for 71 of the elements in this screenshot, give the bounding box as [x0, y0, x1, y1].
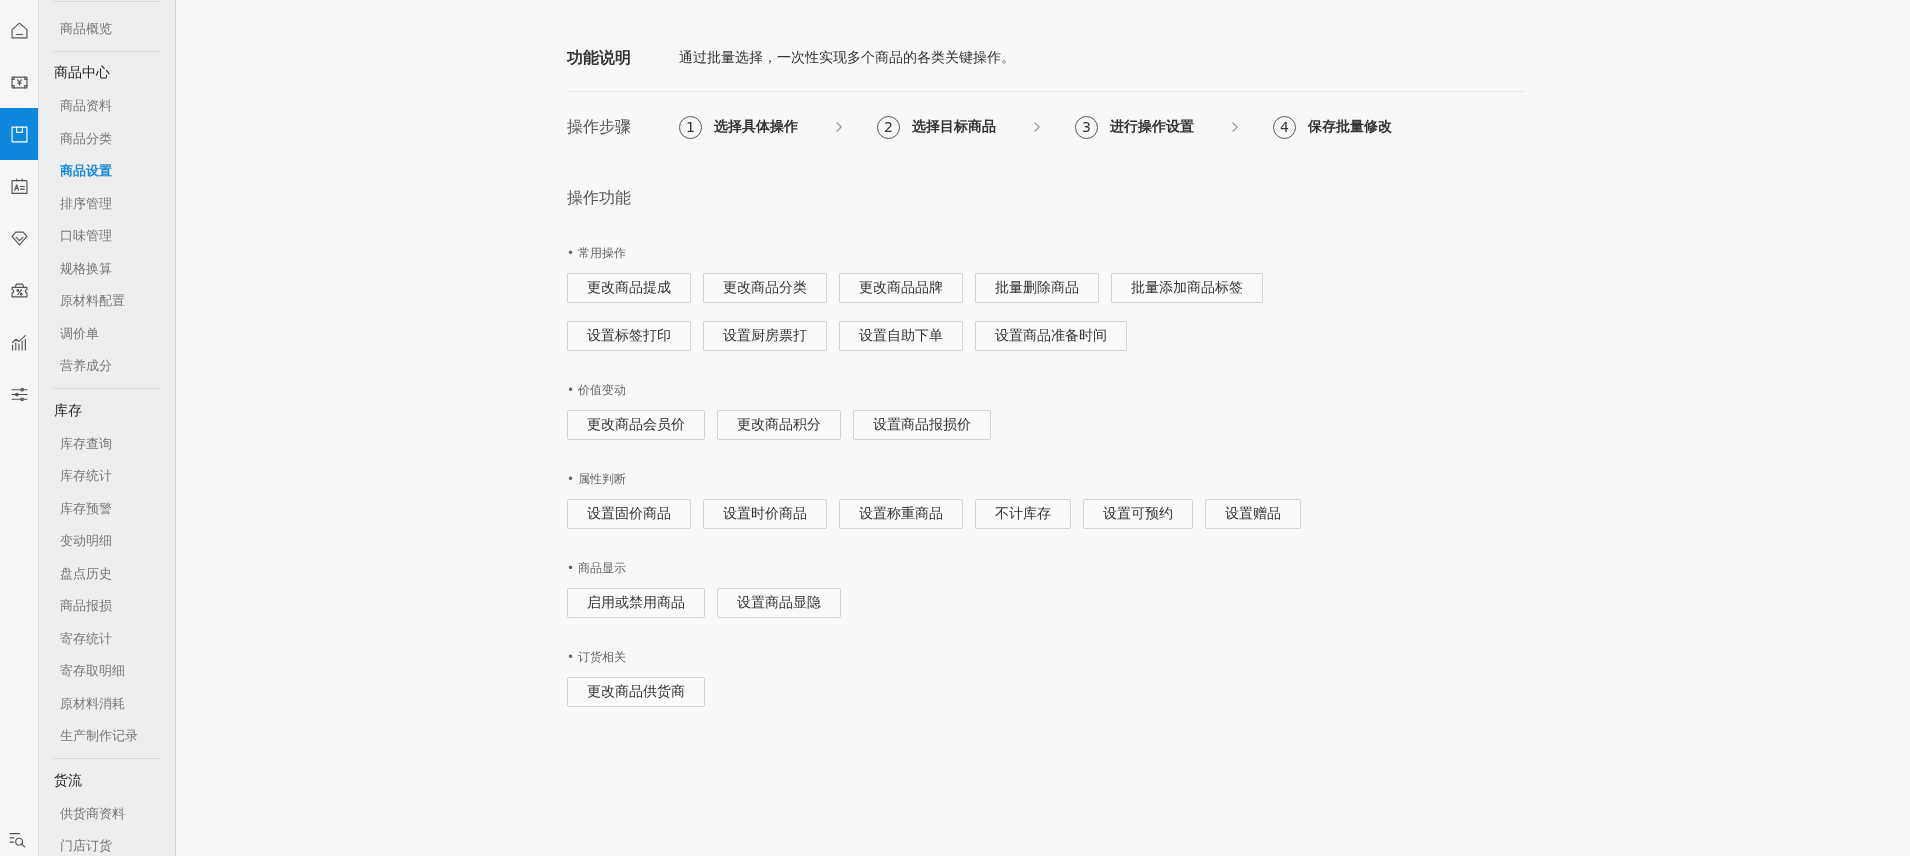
section-label: • 价值变动: [567, 382, 626, 399]
sidebar-item[interactable]: 规格换算: [60, 261, 112, 275]
steps-title: 操作步骤: [567, 116, 631, 138]
home-icon: [10, 21, 28, 39]
section-label: • 订货相关: [567, 649, 626, 666]
sidebar-item[interactable]: 商品概览: [60, 21, 112, 35]
sidebar-item[interactable]: 库存查询: [60, 436, 112, 450]
sidebar-heading: 货流: [54, 771, 82, 789]
operation-button[interactable]: 设置商品报损价: [853, 410, 991, 440]
operation-button[interactable]: 批量添加商品标签: [1111, 273, 1263, 303]
operation-button[interactable]: 设置厨房票打: [703, 321, 827, 351]
chevron-right-icon: [836, 122, 842, 132]
step-label: 选择目标商品: [912, 118, 996, 136]
nav-item[interactable]: [0, 108, 38, 160]
operation-button[interactable]: 设置称重商品: [839, 499, 963, 529]
operation-button[interactable]: 启用或禁用商品: [567, 588, 705, 618]
operation-button[interactable]: 批量删除商品: [975, 273, 1099, 303]
sidebar-item[interactable]: 原材料配置: [60, 294, 125, 308]
operation-button[interactable]: 设置可预约: [1083, 499, 1193, 529]
sidebar-item[interactable]: 寄存取明细: [60, 664, 125, 678]
sidebar-item[interactable]: 调价单: [60, 326, 99, 340]
id-card-icon: [10, 177, 28, 195]
operation-button[interactable]: 设置标签打印: [567, 321, 691, 351]
sidebar-heading: 库存: [54, 401, 82, 419]
operation-button[interactable]: 更改商品提成: [567, 273, 691, 303]
section-label: • 商品显示: [567, 560, 626, 577]
ticket-icon: [10, 281, 28, 299]
sidebar-item[interactable]: 营养成分: [60, 359, 112, 373]
sidebar-item[interactable]: 原材料消耗: [60, 696, 125, 710]
sidebar-heading: 商品中心: [54, 64, 110, 81]
operation-button[interactable]: 设置固价商品: [567, 499, 691, 529]
sidebar-item[interactable]: 商品设置: [60, 164, 112, 178]
sidebar-item[interactable]: 盘点历史: [60, 566, 112, 580]
intro-description: 通过批量选择，一次性实现多个商品的各类关键操作。: [679, 49, 1015, 67]
operation-button[interactable]: 不计库存: [975, 499, 1071, 529]
operation-button[interactable]: 设置商品准备时间: [975, 321, 1127, 351]
sidebar-item[interactable]: 供货商资料: [60, 806, 125, 820]
step-label: 保存批量修改: [1308, 118, 1392, 136]
sidebar-item[interactable]: 生产制作记录: [60, 729, 138, 743]
sidebar-item[interactable]: 商品报损: [60, 599, 112, 613]
chevron-right-icon: [1232, 122, 1238, 132]
functions-title: 操作功能: [567, 187, 631, 209]
chart-icon: [10, 333, 28, 351]
chevron-right-icon: [1034, 122, 1040, 132]
operation-button[interactable]: 设置赠品: [1205, 499, 1301, 529]
sidebar-item[interactable]: 库存预警: [60, 501, 112, 515]
sliders-icon: [10, 385, 28, 403]
operation-button[interactable]: 更改商品积分: [717, 410, 841, 440]
sidebar-item[interactable]: 商品资料: [60, 99, 112, 113]
section-label: • 常用操作: [567, 245, 626, 262]
intro-title: 功能说明: [567, 47, 631, 69]
operation-button[interactable]: 设置自助下单: [839, 321, 963, 351]
operation-button[interactable]: 设置时价商品: [703, 499, 827, 529]
operation-button[interactable]: 更改商品会员价: [567, 410, 705, 440]
sidebar-item[interactable]: 库存统计: [60, 469, 112, 483]
list-search-icon[interactable]: [8, 831, 26, 848]
sidebar-item[interactable]: 商品分类: [60, 131, 112, 145]
box-icon: [10, 125, 28, 143]
sidebar-item[interactable]: 寄存统计: [60, 631, 112, 645]
gem-icon: [10, 229, 28, 247]
step-label: 选择具体操作: [714, 118, 798, 136]
operation-button[interactable]: 更改商品供货商: [567, 677, 705, 707]
operation-button[interactable]: 更改商品分类: [703, 273, 827, 303]
operation-button[interactable]: 更改商品品牌: [839, 273, 963, 303]
operation-button[interactable]: 设置商品显隐: [717, 588, 841, 618]
section-label: • 属性判断: [567, 471, 626, 488]
step-label: 进行操作设置: [1110, 118, 1194, 136]
sidebar-item[interactable]: 变动明细: [60, 534, 112, 548]
sidebar-item[interactable]: 排序管理: [60, 196, 112, 210]
sidebar-item[interactable]: 门店订货: [60, 839, 112, 853]
sidebar-item[interactable]: 口味管理: [60, 229, 112, 243]
